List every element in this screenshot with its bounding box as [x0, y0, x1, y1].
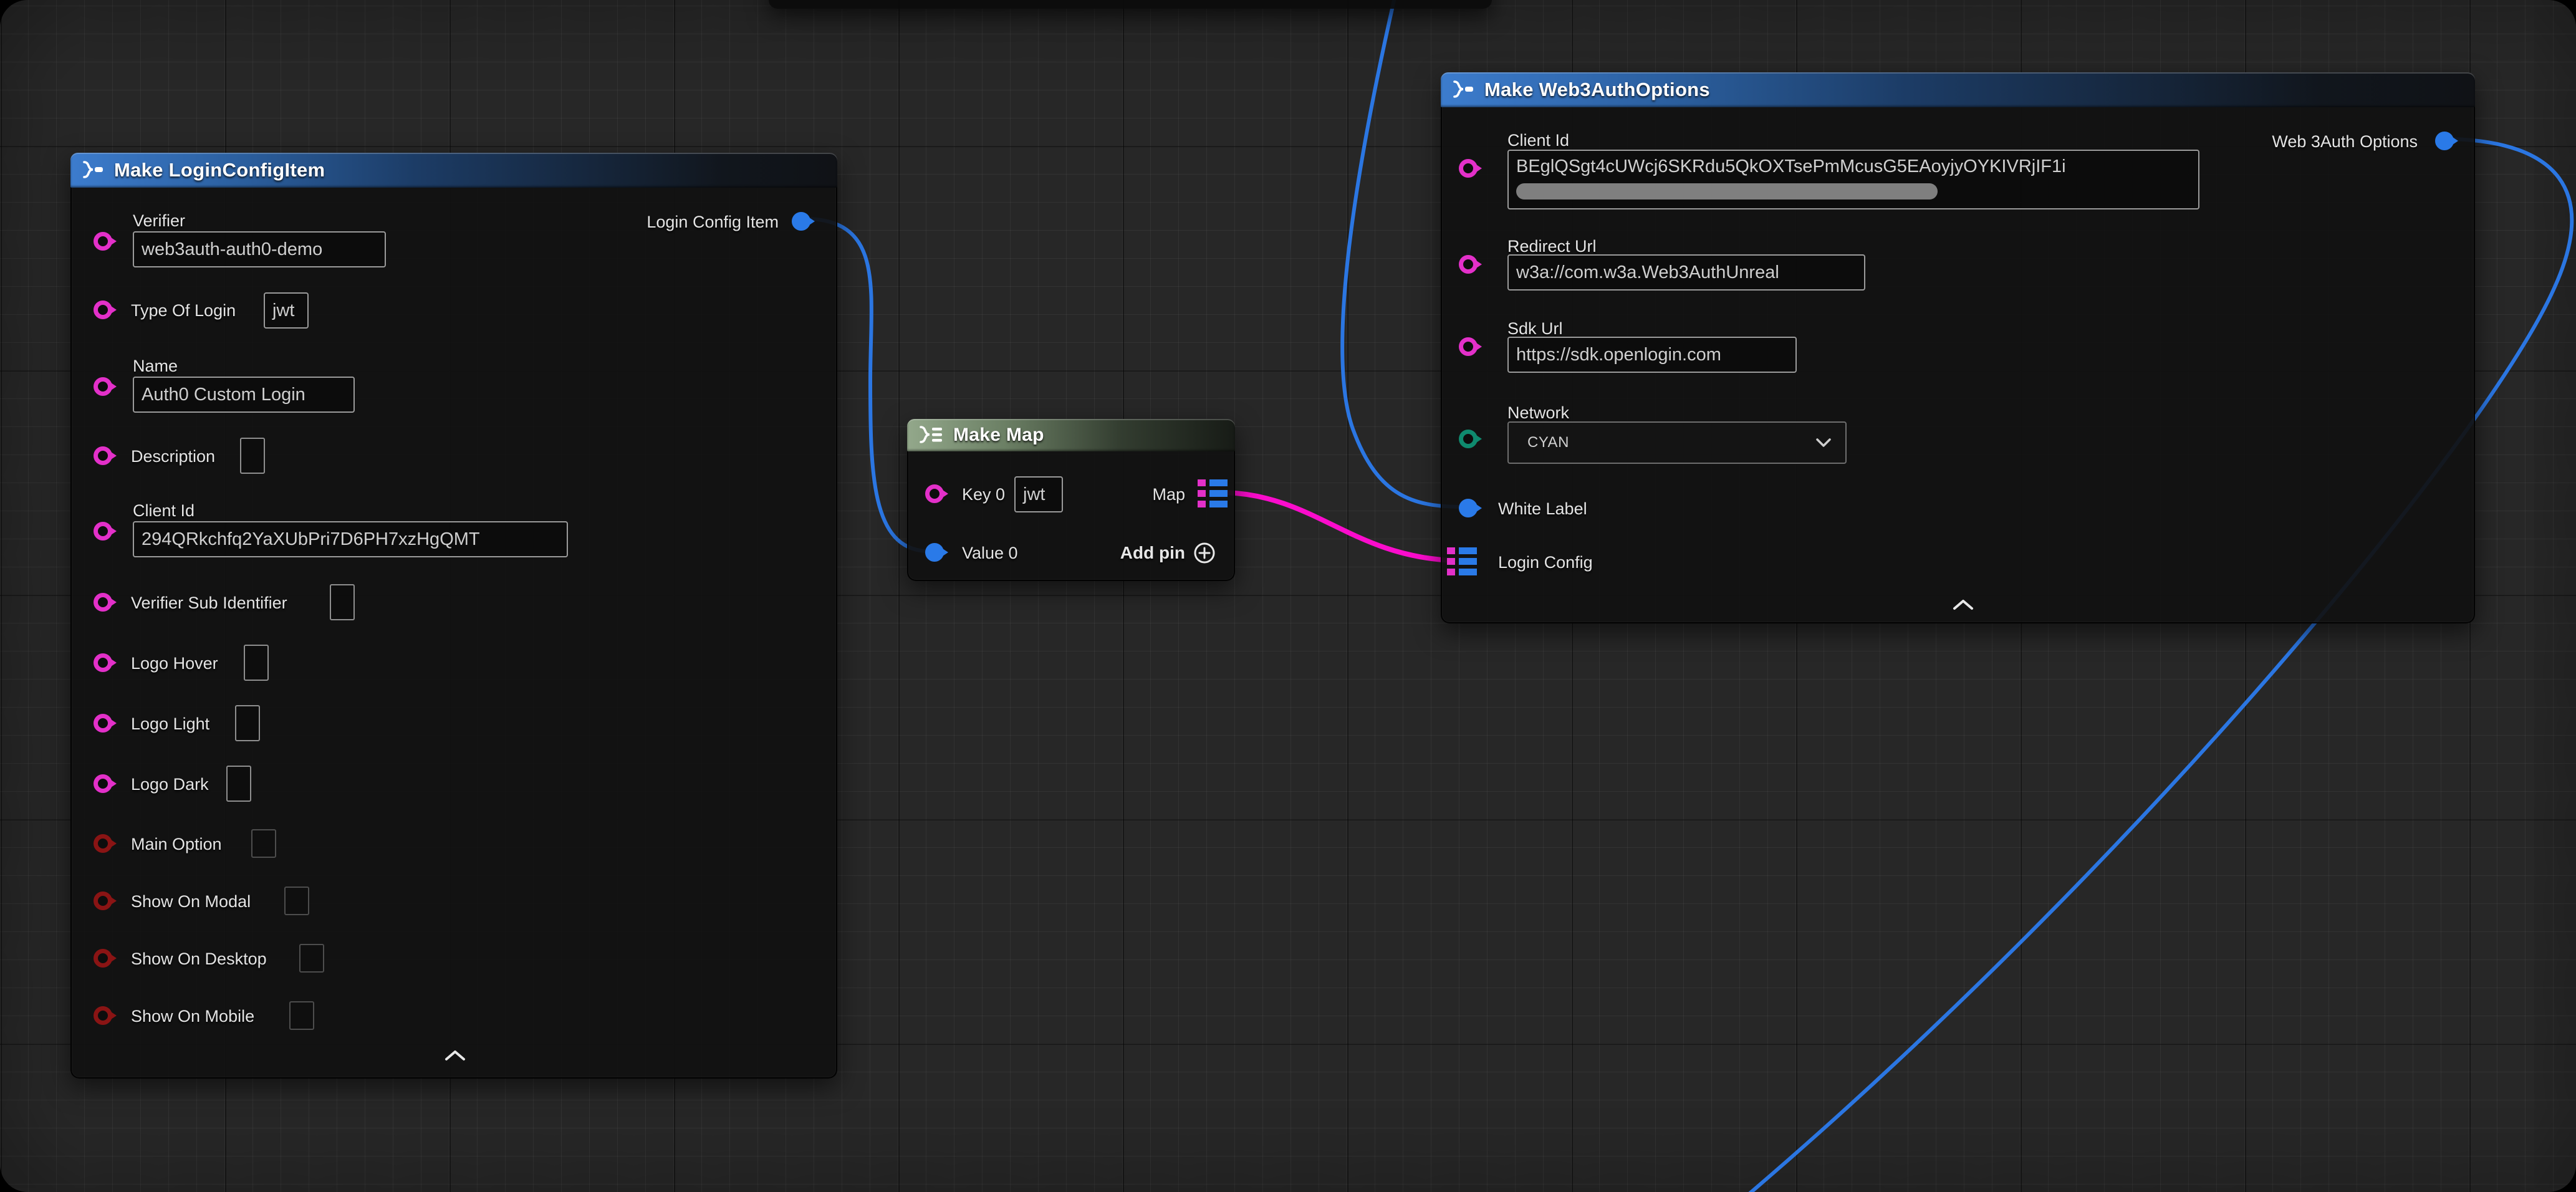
pin-label-network: Network: [1507, 403, 1569, 423]
pin-label-logo-dark: Logo Dark: [131, 775, 209, 794]
input-pin-name[interactable]: [94, 377, 112, 396]
input-pin-show-on-modal[interactable]: [94, 892, 112, 910]
field-type-of-login[interactable]: jwt: [264, 292, 309, 329]
node-make-login-config-item[interactable]: Make LoginConfigItem Login Config Item V…: [70, 153, 837, 1079]
input-pin-show-on-mobile[interactable]: [94, 1006, 112, 1025]
field-verifier-sub-identifier[interactable]: [330, 584, 355, 620]
make-map-icon: [917, 425, 944, 446]
pin-label-login-config: Login Config: [1498, 553, 1593, 572]
input-pin-verifier[interactable]: [94, 232, 112, 251]
pin-label-main-option: Main Option: [131, 835, 222, 854]
field-description[interactable]: [240, 438, 265, 474]
input-pin-key-0[interactable]: [925, 484, 944, 503]
field-logo-dark[interactable]: [226, 766, 251, 802]
chevron-down-icon: [1815, 438, 1832, 448]
node-header-make-login-config-item[interactable]: Make LoginConfigItem: [70, 153, 837, 188]
input-pin-verifier-sub-identifier[interactable]: [94, 593, 112, 612]
pin-label-show-on-mobile: Show On Mobile: [131, 1007, 254, 1026]
field-redirect-url[interactable]: w3a://com.w3a.Web3AuthUnreal: [1507, 254, 1865, 291]
node-header-make-map[interactable]: Make Map: [907, 419, 1235, 451]
input-pin-logo-dark[interactable]: [94, 774, 112, 793]
input-pin-redirect-url[interactable]: [1459, 255, 1478, 274]
pin-label-client-id: Client Id: [133, 501, 195, 521]
input-pin-client-id[interactable]: [94, 522, 112, 541]
input-pin-sdk-url[interactable]: [1459, 337, 1478, 356]
pin-label-show-on-desktop: Show On Desktop: [131, 949, 267, 969]
input-pin-main-option[interactable]: [94, 834, 112, 853]
node-title: Make Map: [953, 425, 1044, 446]
input-pin-logo-hover[interactable]: [94, 653, 112, 672]
pin-label-value-0: Value 0: [962, 544, 1018, 563]
input-pin-logo-light[interactable]: [94, 714, 112, 733]
field-client-id-scrollbar[interactable]: [1516, 183, 1938, 199]
input-pin-login-config[interactable]: [1447, 547, 1477, 576]
pin-label-logo-hover: Logo Hover: [131, 654, 218, 673]
node-make-map[interactable]: Make Map Key 0 jwt Map Value 0 Add pin: [907, 419, 1235, 581]
field-logo-light[interactable]: [235, 705, 260, 741]
checkbox-show-on-mobile[interactable]: [289, 1001, 314, 1030]
node-title: Make Web3AuthOptions: [1484, 79, 1710, 101]
add-pin-label: Add pin: [1120, 543, 1185, 563]
input-pin-network[interactable]: [1459, 430, 1478, 448]
field-key-0[interactable]: jwt: [1014, 476, 1063, 512]
checkbox-show-on-desktop[interactable]: [299, 944, 324, 973]
field-client-id[interactable]: 294QRkchfq2YaXUbPri7D6PH7xzHgQMT: [133, 521, 568, 557]
field-name[interactable]: Auth0 Custom Login: [133, 377, 355, 413]
output-label-map: Map: [1152, 485, 1185, 504]
collapse-chevron-icon[interactable]: [444, 1049, 466, 1062]
output-pin-login-config-item[interactable]: [792, 212, 810, 231]
checkbox-show-on-modal[interactable]: [284, 887, 309, 915]
pin-label-sdk-url: Sdk Url: [1507, 319, 1563, 339]
field-client-id[interactable]: BEglQSgt4cUWcj6SKRdu5QkOXTsePmMcusG5EAoy…: [1507, 150, 2199, 209]
output-label-login-config-item: Login Config Item: [646, 213, 779, 232]
field-logo-hover[interactable]: [244, 645, 269, 681]
input-pin-value-0[interactable]: [925, 543, 944, 562]
network-dropdown-value: CYAN: [1527, 434, 1569, 451]
pin-label-client-id: Client Id: [1507, 131, 1569, 150]
input-pin-white-label[interactable]: [1459, 499, 1478, 517]
make-struct-icon: [80, 160, 105, 181]
input-pin-description[interactable]: [94, 446, 112, 465]
field-verifier[interactable]: web3auth-auth0-demo: [133, 231, 386, 267]
network-dropdown[interactable]: CYAN: [1507, 421, 1847, 464]
pin-label-verifier: Verifier: [133, 211, 185, 231]
output-pin-map[interactable]: [1198, 479, 1228, 508]
pin-label-description: Description: [131, 447, 215, 466]
pin-label-key-0: Key 0: [962, 485, 1005, 504]
field-sdk-url[interactable]: https://sdk.openlogin.com: [1507, 337, 1797, 373]
collapse-chevron-icon[interactable]: [1952, 598, 1974, 611]
partial-node-top[interactable]: [769, 0, 1492, 9]
add-pin-plus-icon: [1193, 541, 1216, 565]
output-pin-web3auth-options[interactable]: [2435, 132, 2454, 150]
output-label-web3auth-options: Web 3Auth Options: [2272, 132, 2418, 151]
pin-label-show-on-modal: Show On Modal: [131, 892, 251, 911]
pin-label-white-label: White Label: [1498, 499, 1587, 519]
pin-label-type-of-login: Type Of Login: [131, 301, 236, 320]
make-struct-icon: [1451, 79, 1476, 100]
pin-label-name: Name: [133, 357, 178, 376]
pin-label-verifier-sub-identifier: Verifier Sub Identifier: [131, 594, 287, 613]
pin-label-redirect-url: Redirect Url: [1507, 237, 1597, 256]
add-pin-button[interactable]: Add pin: [1120, 541, 1216, 565]
input-pin-show-on-desktop[interactable]: [94, 949, 112, 968]
node-make-web3auth-options[interactable]: Make Web3AuthOptions Web 3Auth Options C…: [1441, 72, 2475, 623]
input-pin-client-id[interactable]: [1459, 159, 1478, 178]
pin-label-logo-light: Logo Light: [131, 714, 209, 734]
checkbox-main-option[interactable]: [251, 829, 276, 858]
node-header-make-web3auth-options[interactable]: Make Web3AuthOptions: [1441, 72, 2475, 107]
blueprint-graph-canvas[interactable]: Make LoginConfigItem Login Config Item V…: [0, 0, 2576, 1192]
input-pin-type-of-login[interactable]: [94, 300, 112, 319]
node-title: Make LoginConfigItem: [114, 159, 325, 181]
